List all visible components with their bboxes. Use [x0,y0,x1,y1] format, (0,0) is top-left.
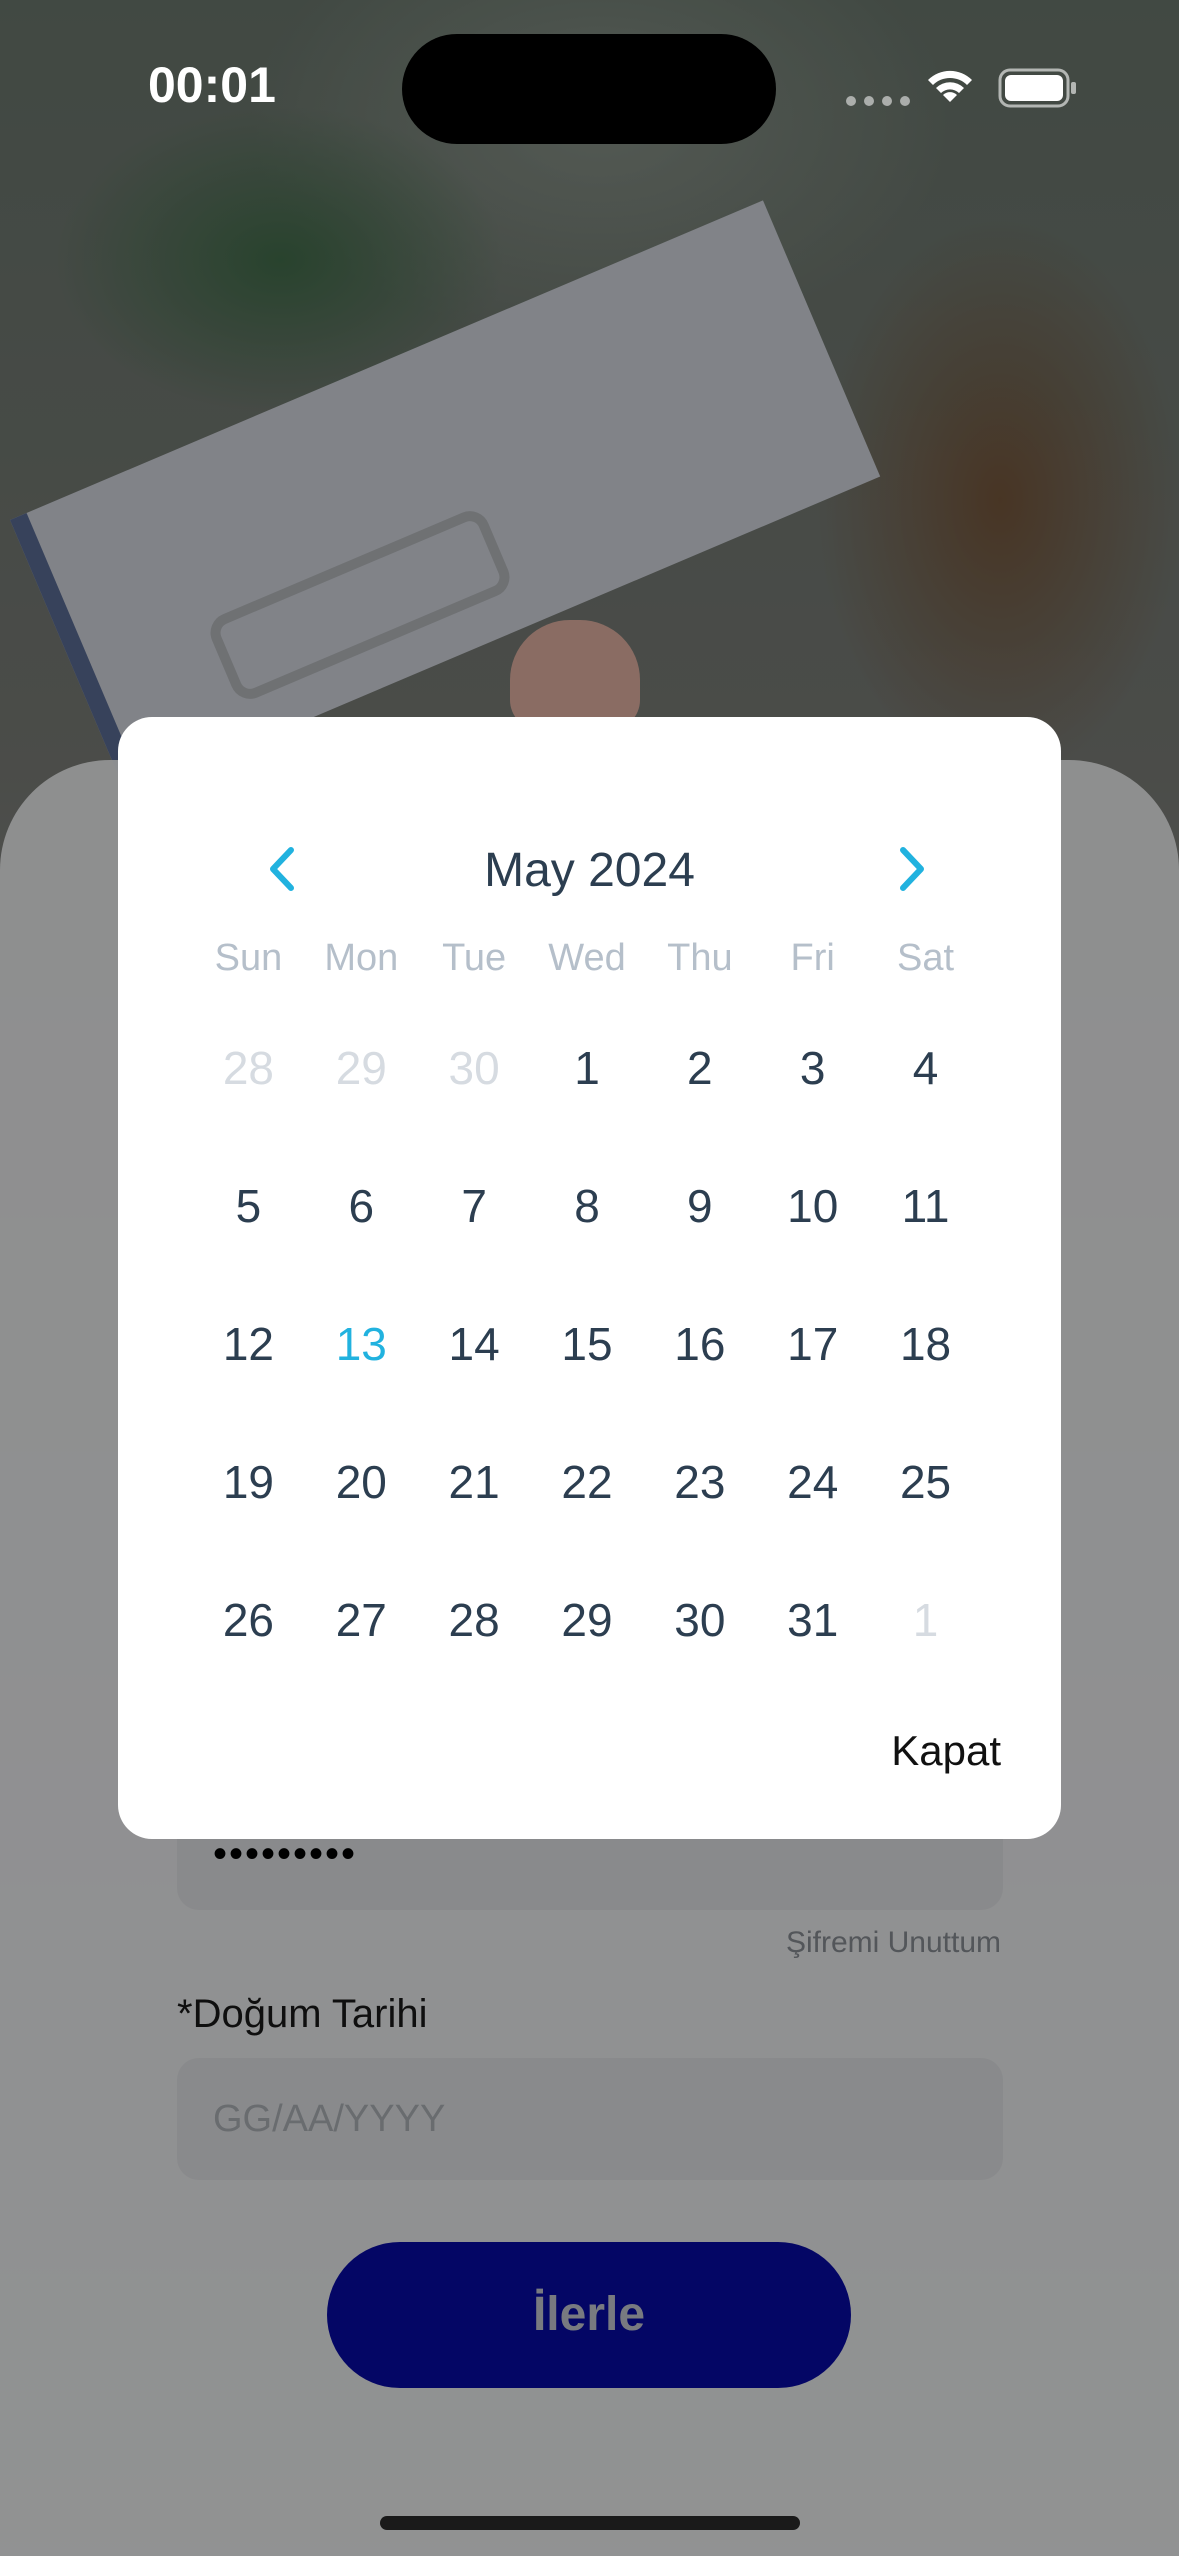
calendar-day[interactable]: 31 [756,1565,869,1675]
calendar-day[interactable]: 14 [418,1289,531,1399]
home-indicator [380,2516,800,2530]
calendar-day[interactable]: 17 [756,1289,869,1399]
dynamic-island [402,34,776,144]
next-month-button[interactable] [878,829,948,909]
weekday-label: Mon [324,937,399,979]
weekday-label: Sun [214,937,283,979]
calendar-day[interactable]: 9 [643,1151,756,1261]
wifi-icon [928,70,972,102]
month-title: May 2024 [484,843,695,897]
calendar-day[interactable]: 6 [305,1151,418,1261]
calendar-day[interactable]: 18 [869,1289,982,1399]
calendar-day[interactable]: 12 [192,1289,305,1399]
calendar-day[interactable]: 27 [305,1565,418,1675]
calendar-day[interactable]: 24 [756,1427,869,1537]
weekday-label: Thu [667,937,733,979]
chevron-right-icon [900,847,924,891]
calendar-day[interactable]: 2 [643,1013,756,1123]
calendar-day[interactable]: 30 [418,1013,531,1123]
calendar-day[interactable]: 4 [869,1013,982,1123]
calendar-day[interactable]: 29 [531,1565,644,1675]
calendar-day[interactable]: 23 [643,1427,756,1537]
weekday-label: Tue [442,937,507,979]
calendar-day[interactable]: 28 [192,1013,305,1123]
close-button[interactable]: Kapat [891,1727,1001,1775]
calendar-day[interactable]: 1 [531,1013,644,1123]
days-grid: 28 29 30 1 2 3 4 5 6 7 8 9 10 11 12 13 14 15 16 17 18 19 20 21 2… [192,1013,982,1703]
weekday-label: Wed [548,937,626,979]
calendar-day[interactable]: 26 [192,1565,305,1675]
calendar-day[interactable]: 19 [192,1427,305,1537]
calendar-day[interactable]: 3 [756,1013,869,1123]
calendar-day[interactable]: 16 [643,1289,756,1399]
weekday-header: Sun Mon Tue Wed Thu Fri Sat [192,937,982,980]
calendar-day[interactable]: 28 [418,1565,531,1675]
calendar-day[interactable]: 7 [418,1151,531,1261]
calendar-day-today[interactable]: 13 [305,1289,418,1399]
weekday-label: Fri [790,937,835,979]
weekday-label: Sat [897,937,955,979]
calendar-day[interactable]: 29 [305,1013,418,1123]
calendar-day[interactable]: 15 [531,1289,644,1399]
calendar-day[interactable]: 10 [756,1151,869,1261]
battery-icon [998,68,1076,108]
calendar-day[interactable]: 5 [192,1151,305,1261]
calendar-day[interactable]: 11 [869,1151,982,1261]
calendar-day[interactable]: 30 [643,1565,756,1675]
status-time: 00:01 [148,57,276,113]
calendar-day[interactable]: 20 [305,1427,418,1537]
cellular-signal-icon [846,96,910,106]
date-picker-modal: May 2024 Sun Mon Tue Wed Thu Fri Sat 28 2… [118,717,1061,1839]
calendar-day[interactable]: 22 [531,1427,644,1537]
calendar-day[interactable]: 1 [869,1565,982,1675]
calendar-day[interactable]: 8 [531,1151,644,1261]
calendar-day[interactable]: 25 [869,1427,982,1537]
calendar-day[interactable]: 21 [418,1427,531,1537]
